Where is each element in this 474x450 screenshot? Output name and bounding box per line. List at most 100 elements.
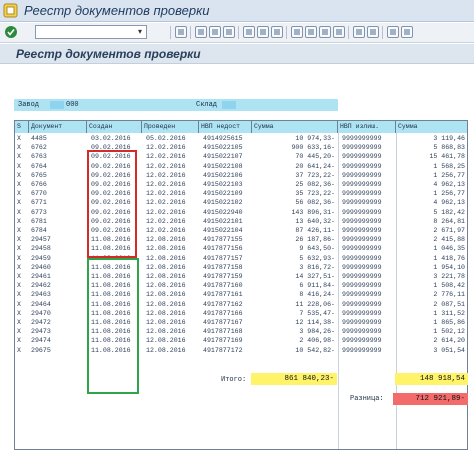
table-row[interactable]: X 6784 09.02.2016 12.02.2016 4915022104 87 42… — [15, 226, 467, 235]
table-row[interactable]: X 6771 09.02.2016 12.02.2016 4915022102 56 08… — [15, 198, 467, 207]
shortage-id-cell: 4917877167 — [203, 319, 243, 326]
surplus-amount-cell: 1 865,86 — [433, 319, 465, 326]
toolbar-divider — [382, 26, 383, 39]
shortage-amount-cell: 2 406,98- — [299, 337, 335, 345]
posted-date-cell: 05.02.2016 — [146, 135, 186, 142]
table-row[interactable]: X 6781 09.02.2016 12.02.2016 4915022101 13 64… — [15, 217, 467, 226]
surplus-amount-cell: 15 461,78 — [429, 153, 465, 161]
column-header[interactable]: S — [15, 121, 29, 133]
posted-date-cell: 12.08.2016 — [146, 273, 186, 280]
shortage-id-cell: 4915022109 — [203, 190, 243, 198]
toolbar-divider — [170, 26, 171, 39]
table-row[interactable]: X 6764 09.02.2016 12.02.2016 4915022108 20 64… — [15, 162, 467, 171]
status-cell: X — [17, 263, 21, 271]
table-row[interactable]: X 6763 09.02.2016 12.02.2016 4915022107 70 44… — [15, 152, 467, 161]
created-date-cell: 11.08.2016 — [91, 282, 131, 290]
surplus-amount-cell: 1 311,52 — [433, 309, 465, 317]
help-button[interactable] — [387, 26, 399, 38]
posted-date-cell: 12.08.2016 — [146, 309, 186, 317]
surplus-id-cell: 9999999999 — [342, 291, 382, 299]
table-row[interactable]: X 29464 11.08.2016 12.08.2016 4917877162 11 2… — [15, 300, 467, 309]
table-row[interactable]: X 6773 09.02.2016 12.02.2016 4915022940 143 8… — [15, 208, 467, 217]
surplus-amount-cell: 3 051,54 — [433, 346, 465, 354]
column-header[interactable]: НВП недост — [199, 121, 252, 133]
table-row[interactable]: X 29472 11.08.2016 12.08.2016 4917877167 12 1… — [15, 318, 467, 327]
toolbar-divider — [286, 26, 287, 39]
surplus-amount-cell: 2 614,20 — [433, 337, 465, 345]
posted-date-cell: 12.08.2016 — [146, 328, 186, 336]
shortage-amount-cell: 10 974,33- — [295, 135, 335, 142]
status-cell: X — [17, 144, 21, 152]
previous-page-button[interactable] — [305, 26, 317, 38]
status-cell: X — [17, 319, 21, 326]
created-date-cell: 09.02.2016 — [91, 181, 131, 188]
cancel-button[interactable] — [223, 26, 235, 38]
table-row[interactable]: X 6770 09.02.2016 12.02.2016 4915022109 35 72… — [15, 189, 467, 198]
surplus-amount-cell: 1 256,77 — [433, 190, 465, 198]
save-button[interactable] — [175, 26, 187, 38]
table-row[interactable]: X 29474 11.08.2016 12.08.2016 4917877169 2 40… — [15, 336, 467, 345]
surplus-amount-cell: 1 256,77 — [433, 171, 465, 179]
table-row[interactable]: X 4485 03.02.2016 05.02.2016 4914925615 10 97… — [15, 134, 467, 143]
column-header[interactable]: Создан — [87, 121, 142, 133]
document-cell: 4485 — [31, 135, 47, 142]
table-row[interactable]: X 29470 11.08.2016 12.08.2016 4917877166 7 53… — [15, 309, 467, 318]
chevron-down-icon[interactable]: ▾ — [135, 27, 145, 37]
table-row[interactable]: X 29473 11.08.2016 12.08.2016 4917877168 3 98… — [15, 327, 467, 336]
table-row[interactable]: X 29460 11.08.2016 12.08.2016 4917877158 3 81… — [15, 263, 467, 272]
column-header[interactable]: Документ — [29, 121, 87, 133]
column-header[interactable]: НВП излиш. — [338, 121, 396, 133]
surplus-amount-cell: 2 776,11 — [433, 291, 465, 299]
surplus-id-cell: 9999999999 — [342, 153, 382, 161]
document-cell: 29464 — [31, 300, 51, 308]
enter-checkmark-icon[interactable] — [4, 25, 18, 39]
shortage-amount-cell: 11 228,06- — [295, 300, 335, 308]
surplus-id-cell: 9999999999 — [342, 263, 382, 271]
shortcut-button[interactable] — [367, 26, 379, 38]
document-cell: 29473 — [31, 328, 51, 336]
surplus-id-cell: 9999999999 — [342, 217, 382, 225]
find-button[interactable] — [257, 26, 269, 38]
sap-app-icon — [3, 3, 18, 18]
shortage-amount-cell: 37 723,22- — [295, 171, 335, 179]
table-row[interactable]: X 29461 11.08.2016 12.08.2016 4917877159 14 3… — [15, 272, 467, 281]
created-date-cell: 11.08.2016 — [91, 300, 131, 308]
first-page-button[interactable] — [291, 26, 303, 38]
document-cell: 29463 — [31, 291, 51, 299]
table-row[interactable]: X 29462 11.08.2016 12.08.2016 4917877160 6 91… — [15, 281, 467, 290]
status-cell: X — [17, 346, 21, 354]
surplus-id-cell: 9999999999 — [342, 328, 382, 336]
command-field[interactable]: ▾ — [35, 25, 147, 39]
shortage-amount-cell: 12 114,38- — [295, 319, 335, 326]
difference-value: 712 921,89- — [393, 393, 468, 405]
created-date-cell: 11.08.2016 — [91, 319, 131, 326]
posted-date-cell: 12.02.2016 — [146, 208, 186, 216]
table-row[interactable]: X 6766 09.02.2016 12.02.2016 4915022103 25 08… — [15, 180, 467, 189]
table-row[interactable]: X 6765 09.02.2016 12.02.2016 4915022106 37 72… — [15, 171, 467, 180]
status-cell: X — [17, 227, 21, 234]
shortage-amount-cell: 8 416,24- — [299, 291, 335, 299]
shortage-amount-cell: 20 641,24- — [295, 162, 335, 170]
table-row[interactable]: X 29458 11.08.2016 12.08.2016 4917877156 9 64… — [15, 244, 467, 253]
table-row[interactable]: X 29459 11.08.2016 12.08.2016 4917877157 5 63… — [15, 254, 467, 263]
back-button[interactable] — [195, 26, 207, 38]
posted-date-cell: 12.08.2016 — [146, 291, 186, 299]
column-header[interactable]: Сумма — [252, 121, 338, 133]
layout-menu-button[interactable] — [401, 26, 413, 38]
last-page-button[interactable] — [333, 26, 345, 38]
column-header[interactable]: Проведен — [142, 121, 199, 133]
create-session-button[interactable] — [353, 26, 365, 38]
column-header[interactable]: Сумма — [396, 121, 467, 133]
table-row[interactable]: X 29463 11.08.2016 12.08.2016 4917877161 8 41… — [15, 290, 467, 299]
shortage-id-cell: 4915022940 — [203, 208, 243, 216]
table-row[interactable]: X 29457 11.08.2016 12.08.2016 4917877155 26 1… — [15, 235, 467, 244]
exit-button[interactable] — [209, 26, 221, 38]
next-page-button[interactable] — [319, 26, 331, 38]
shortage-id-cell: 4917877160 — [203, 282, 243, 290]
shortage-amount-cell: 35 723,22- — [295, 190, 335, 198]
print-button[interactable] — [243, 26, 255, 38]
find-next-button[interactable] — [271, 26, 283, 38]
table-row[interactable]: X 6762 09.02.2016 12.02.2016 4915022105 900 6… — [15, 143, 467, 152]
table-row[interactable]: X 29675 11.08.2016 12.08.2016 4917877172 10 5… — [15, 346, 467, 355]
posted-date-cell: 12.08.2016 — [146, 346, 186, 354]
